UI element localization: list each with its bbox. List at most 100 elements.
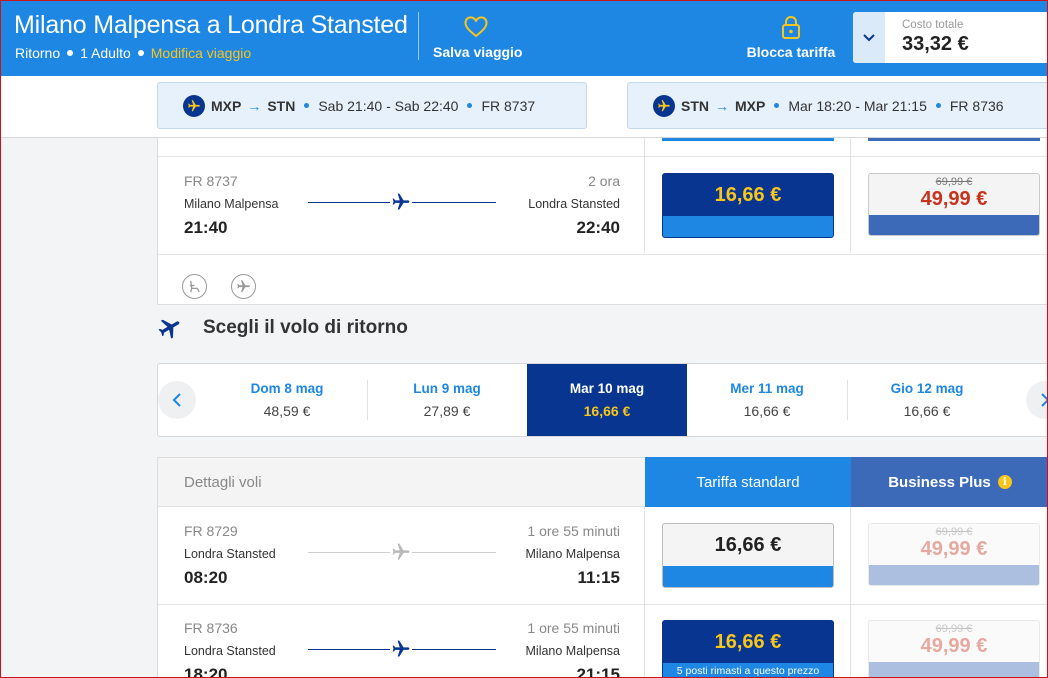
- trip-type: Ritorno: [15, 45, 61, 61]
- outbound-flight-number: FR 8737: [481, 97, 536, 114]
- separator-dot: [774, 103, 780, 108]
- date-tile-gio-12[interactable]: Gio 12 mag 16,66 €: [847, 364, 1007, 436]
- info-icon[interactable]: i: [997, 475, 1012, 489]
- chevron-right-icon: [1041, 393, 1048, 407]
- flight-details-header: Dettagli voli: [158, 458, 645, 507]
- save-trip-label: Salva viaggio: [433, 44, 523, 60]
- business-plus-fare-option[interactable]: 69,99 € 49,99 €: [868, 523, 1040, 586]
- business-price: 49,99 €: [920, 538, 988, 560]
- separator-dot: [67, 50, 74, 56]
- total-expand-toggle[interactable]: [853, 12, 885, 63]
- standard-fare-label: Tariffa standard: [696, 473, 800, 491]
- return-date-carousel: Dom 8 mag 48,59 € Lun 9 mag 27,89 € Mar …: [157, 363, 1048, 437]
- business-plus-fare-option[interactable]: 69,99 € 49,99 €: [868, 620, 1040, 678]
- padlock-icon: [782, 15, 800, 39]
- arrow-right-icon: →: [715, 97, 729, 114]
- departure-airport: Londra Stansted: [184, 644, 276, 658]
- business-plus-label: Business Plus: [888, 473, 991, 491]
- departure-time: 18:20: [184, 665, 228, 678]
- standard-fare-option-selected[interactable]: 16,66 €: [662, 173, 834, 238]
- business-old-price: 69,99 €: [935, 526, 973, 538]
- fare-strip: [869, 215, 1039, 235]
- date-label: Gio 12 mag: [890, 381, 964, 396]
- business-price: 49,99 €: [920, 188, 988, 210]
- date-tile-mar-10-selected[interactable]: Mar 10 mag 16,66 €: [527, 364, 687, 436]
- business-plus-column-header[interactable]: Business Plus i: [851, 457, 1048, 507]
- edit-trip-link[interactable]: Modifica viaggio: [151, 45, 251, 61]
- arrow-right-icon: →: [247, 97, 262, 114]
- column-divider: [644, 507, 645, 678]
- business-plus-fare-option[interactable]: 69,99 € 49,99 €: [868, 173, 1040, 236]
- standard-fare-price: 16,66 €: [714, 534, 782, 556]
- top-header: Milano Malpensa a Londra Stansted Ritorn…: [0, 0, 1048, 76]
- scrolled-fare-strip: [868, 138, 1040, 141]
- lock-fare-label: Blocca tariffa: [746, 44, 836, 60]
- flight-number: FR 8729: [184, 523, 238, 539]
- plane-icon: [390, 638, 412, 660]
- date-label: Dom 8 mag: [250, 381, 324, 396]
- separator-dot: [304, 103, 310, 108]
- return-flight-chip[interactable]: STN → MXP Mar 18:20 - Mar 21:15 FR 8736: [627, 82, 1048, 129]
- date-tile-dom-8[interactable]: Dom 8 mag 48,59 €: [207, 364, 367, 436]
- row-divider: [158, 254, 1048, 255]
- date-label: Mar 10 mag: [569, 381, 645, 396]
- plane-icon: [390, 541, 412, 563]
- return-times: Mar 18:20 - Mar 21:15: [788, 97, 927, 114]
- header-divider: [418, 12, 419, 60]
- seat-icon: [182, 274, 207, 299]
- plane-icon: [390, 191, 412, 213]
- standard-fare-price: 16,66 €: [714, 184, 782, 206]
- departure-airport: Londra Stansted: [184, 547, 276, 561]
- outbound-origin-code: MXP: [211, 97, 242, 114]
- return-flight-number: FR 8736: [949, 97, 1004, 114]
- passenger-count: 1 Adulto: [80, 45, 131, 61]
- departure-time: 21:40: [184, 218, 228, 237]
- flight-number: FR 8736: [184, 620, 238, 636]
- carousel-next-button[interactable]: [1026, 381, 1048, 419]
- date-tile-lun-9[interactable]: Lun 9 mag 27,89 €: [367, 364, 527, 436]
- flight-number: FR 8737: [184, 173, 238, 189]
- return-destination-code: MXP: [735, 97, 766, 114]
- date-price: 27,89 €: [423, 403, 471, 419]
- fare-strip: [869, 565, 1039, 585]
- arrival-airport: Milano Malpensa: [525, 547, 621, 561]
- arrival-time: 22:40: [576, 218, 620, 237]
- outbound-flight-card: FR 8737 2 ora Milano Malpensa Londra Sta…: [157, 138, 1048, 305]
- column-divider: [850, 507, 851, 678]
- plane-icon: [653, 94, 675, 117]
- standard-fare-option[interactable]: 16,66 €: [662, 523, 834, 588]
- lock-fare-button[interactable]: Blocca tariffa: [746, 14, 836, 60]
- return-flights-table: Dettagli voli Tariffa standard Business …: [157, 457, 1048, 678]
- standard-fare-option-selected[interactable]: 16,66 € 5 posti rimasti a questo prezzo: [662, 620, 834, 678]
- separator-dot: [935, 103, 941, 108]
- outbound-destination-code: STN: [267, 97, 296, 114]
- save-trip-button[interactable]: Salva viaggio: [433, 14, 523, 60]
- seats-left-notice: 5 posti rimasti a questo prezzo: [663, 663, 833, 678]
- date-tile-mer-11[interactable]: Mer 11 mag 16,66 €: [687, 364, 847, 436]
- chevron-down-icon: [863, 33, 875, 41]
- date-price: 16,66 €: [743, 403, 791, 419]
- return-flight-row[interactable]: FR 8729 1 ore 55 minuti Londra Stansted …: [184, 523, 621, 587]
- carousel-prev-button[interactable]: [158, 381, 196, 419]
- chevron-left-icon: [172, 393, 181, 407]
- arrival-airport: Milano Malpensa: [525, 644, 621, 658]
- row-divider: [158, 604, 1048, 605]
- departure-time: 08:20: [184, 568, 228, 587]
- flight-duration: 2 ora: [588, 173, 620, 189]
- plane-icon: [158, 319, 180, 339]
- date-label: Lun 9 mag: [413, 381, 481, 396]
- flight-duration: 1 ore 55 minuti: [527, 523, 620, 539]
- flight-duration: 1 ore 55 minuti: [527, 620, 620, 636]
- return-flight-row-selected[interactable]: FR 8736 1 ore 55 minuti Londra Stansted …: [184, 620, 620, 678]
- date-label: Mer 11 mag: [730, 381, 804, 396]
- outbound-times: Sab 21:40 - Sab 22:40: [318, 97, 459, 114]
- return-section-heading: Scegli il volo di ritorno: [157, 315, 408, 341]
- route-title: Milano Malpensa a Londra Stansted: [14, 11, 408, 39]
- arrival-airport: Londra Stansted: [528, 197, 620, 211]
- outbound-flight-row: FR 8737 2 ora Milano Malpensa Londra Sta…: [184, 173, 620, 237]
- total-cost-box[interactable]: Costo totale 33,32 €: [853, 12, 1048, 63]
- departure-airport: Milano Malpensa: [184, 197, 279, 211]
- return-heading-text: Scegli il volo di ritorno: [203, 317, 408, 338]
- arrival-time: 21:15: [576, 665, 620, 678]
- outbound-flight-chip[interactable]: MXP → STN Sab 21:40 - Sab 22:40 FR 8737: [157, 82, 587, 129]
